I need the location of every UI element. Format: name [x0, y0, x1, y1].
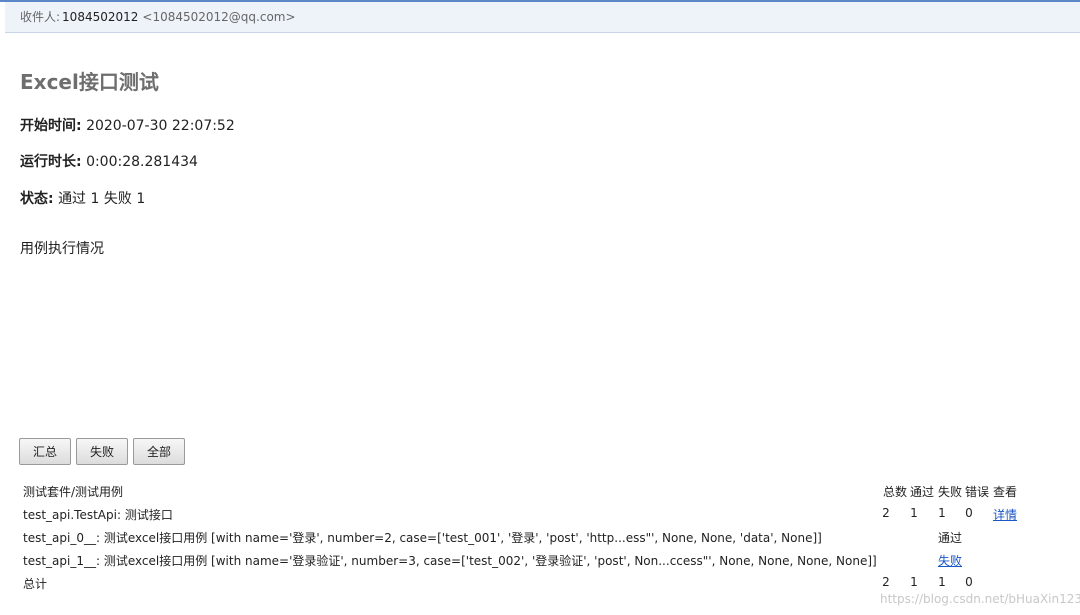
header-count: 总数 — [883, 485, 908, 499]
suite-detail-link[interactable]: 详情 — [993, 506, 1017, 523]
suite-row: test_api.TestApi: 测试接口 2 1 1 0 详情 — [0, 506, 1080, 524]
header-error: 错误 — [965, 485, 990, 499]
start-time-value: 2020-07-30 22:07:52 — [86, 118, 235, 134]
run-status-label: 状态: — [20, 191, 54, 207]
total-pass: 1 — [910, 575, 918, 589]
section-title: 用例执行情况 — [20, 241, 104, 257]
header-name: 测试套件/测试用例 — [23, 485, 124, 499]
header-fail: 失败 — [938, 485, 963, 499]
recipient-email[interactable]: <1084502012@qq.com> — [142, 10, 295, 24]
run-status-value: 通过 1 失败 1 — [58, 191, 146, 207]
run-duration-value: 0:00:28.281434 — [86, 154, 198, 170]
total-fail: 1 — [938, 575, 946, 589]
case-result-pass: 通过 — [938, 531, 963, 545]
suite-error: 0 — [965, 506, 973, 520]
case-result-fail-link[interactable]: 失败 — [938, 552, 962, 569]
total-count: 2 — [882, 575, 890, 589]
case-name: test_api_0__: 测试excel接口用例 [with name='登录… — [23, 531, 822, 545]
total-row: 总计 2 1 1 0 — [0, 575, 1080, 593]
case-name: test_api_1__: 测试excel接口用例 [with name='登录… — [23, 554, 877, 568]
table-header: 测试套件/测试用例 总数 通过 失败 错误 查看 — [0, 483, 1080, 501]
failed-button[interactable]: 失败 — [76, 438, 128, 465]
suite-count: 2 — [882, 506, 890, 520]
suite-fail: 1 — [938, 506, 946, 520]
recipient-label: 收件人: — [20, 10, 61, 24]
header-pass: 通过 — [910, 485, 935, 499]
run-duration-label: 运行时长: — [20, 154, 82, 170]
run-duration: 运行时长: 0:00:28.281434 — [20, 151, 198, 171]
summary-button[interactable]: 汇总 — [19, 438, 71, 465]
header-view: 查看 — [993, 485, 1018, 499]
total-error: 0 — [965, 575, 973, 589]
filter-buttons: 汇总 失败 全部 — [19, 438, 185, 465]
suite-name: test_api.TestApi: 测试接口 — [23, 508, 173, 522]
all-button[interactable]: 全部 — [133, 438, 185, 465]
run-status: 状态: 通过 1 失败 1 — [20, 188, 145, 208]
mail-header: 收件人: 1084502012 <1084502012@qq.com> — [5, 2, 1080, 33]
start-time: 开始时间: 2020-07-30 22:07:52 — [20, 115, 235, 135]
recipient-id: 1084502012 — [62, 10, 139, 24]
case-row: test_api_0__: 测试excel接口用例 [with name='登录… — [0, 529, 1080, 547]
total-label: 总计 — [23, 577, 48, 591]
start-time-label: 开始时间: — [20, 118, 82, 134]
report-title: Excel接口测试 — [20, 70, 159, 94]
case-row: test_api_1__: 测试excel接口用例 [with name='登录… — [0, 552, 1080, 570]
watermark: https://blog.csdn.net/bHuaXin1234 — [880, 592, 1080, 606]
suite-pass: 1 — [910, 506, 918, 520]
